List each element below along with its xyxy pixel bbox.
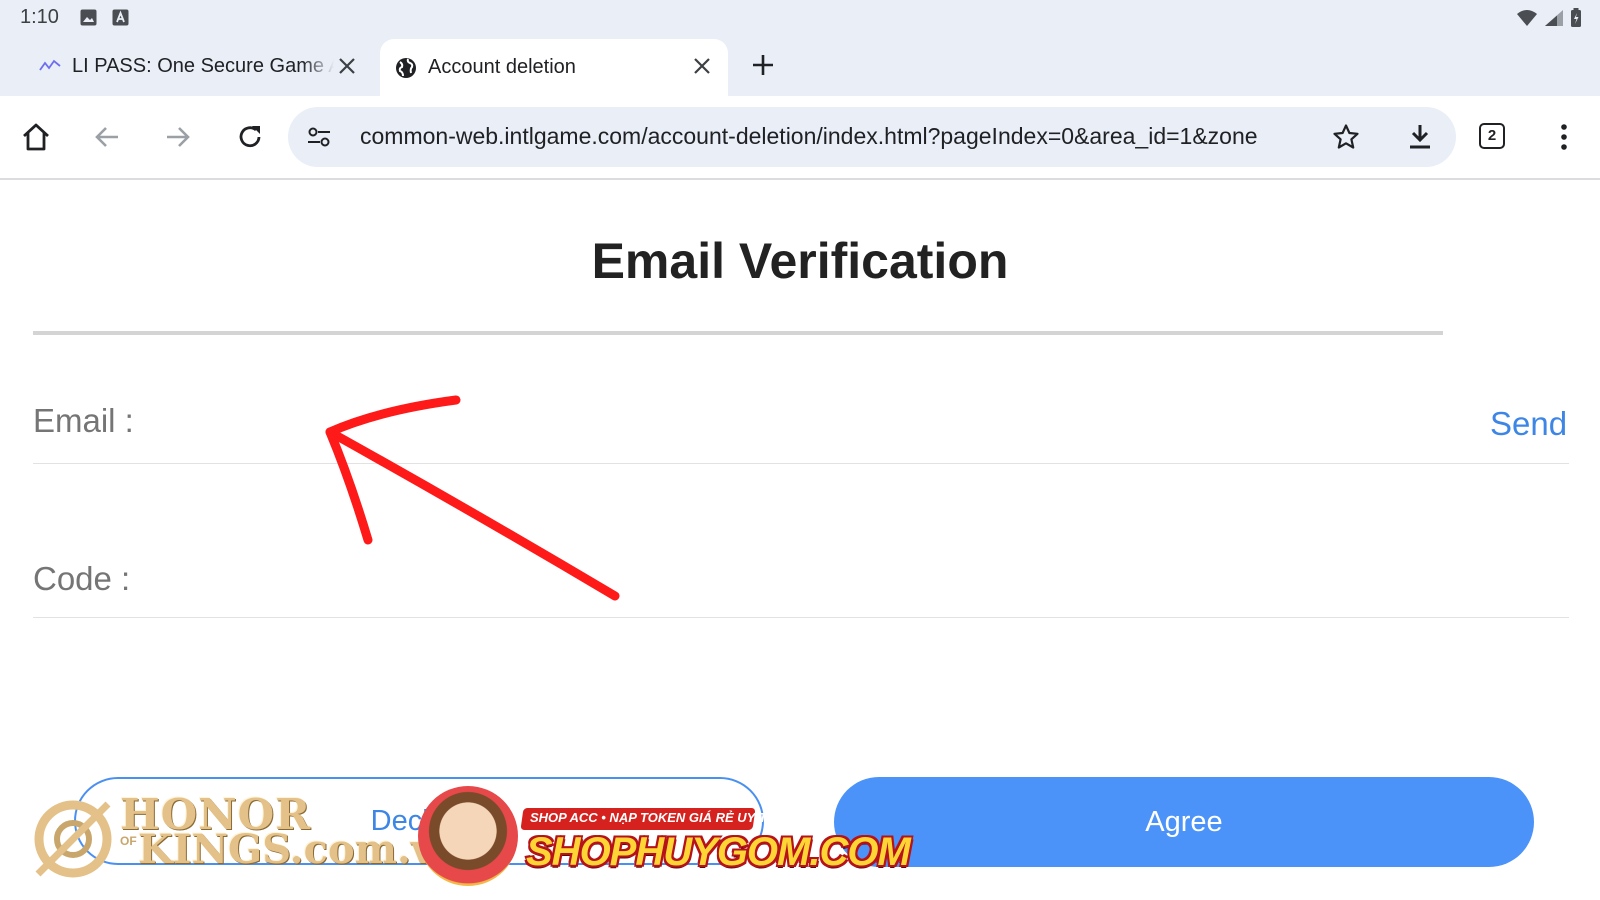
close-icon[interactable] xyxy=(335,54,359,78)
tab-li-pass[interactable]: LI PASS: One Secure Game Account xyxy=(28,39,373,93)
url-text[interactable]: common-web.intlgame.com/account-deletion… xyxy=(360,123,1300,150)
email-divider xyxy=(33,463,1569,464)
code-field[interactable] xyxy=(150,550,1554,608)
watermark-kings-text: KINGS.com.vn xyxy=(138,826,464,873)
battery-icon xyxy=(1571,8,1581,27)
email-label: Email : xyxy=(33,402,134,439)
wifi-icon xyxy=(1517,10,1537,26)
title-divider xyxy=(33,331,1443,335)
back-arrow-icon[interactable] xyxy=(91,121,123,153)
tab-strip: LI PASS: One Secure Game Account Account… xyxy=(0,36,1600,96)
status-bar: 1:10 xyxy=(0,0,1600,36)
watermark-of-text: OF xyxy=(120,834,137,848)
font-icon xyxy=(112,9,129,26)
tab-switcher-button[interactable]: 2 xyxy=(1479,123,1505,149)
email-field[interactable] xyxy=(150,394,1474,452)
watermark-shop-banner: SHOP ACC • NẠP TOKEN GIÁ RẺ UY TÍN SHOPH… xyxy=(418,778,911,886)
home-icon[interactable] xyxy=(20,121,52,153)
watermark-logo: HONOR OF KINGS.com.vn xyxy=(28,788,463,878)
honor-of-kings-emblem-icon xyxy=(34,800,112,878)
cell-signal-icon xyxy=(1545,10,1563,26)
shop-brand: SHOPHUYGOM.COM xyxy=(526,830,911,874)
new-tab-plus-icon[interactable] xyxy=(748,50,778,80)
tab-title: Account deletion xyxy=(428,56,576,78)
image-icon xyxy=(80,9,97,26)
close-icon[interactable] xyxy=(690,54,714,78)
code-divider xyxy=(33,617,1569,618)
tab-title: LI PASS: One Secure Game Account xyxy=(72,54,334,77)
send-code-button[interactable]: Send xyxy=(1490,405,1567,443)
site-settings-icon[interactable] xyxy=(306,124,332,150)
bookmark-star-icon[interactable] xyxy=(1332,123,1360,151)
address-bar[interactable]: common-web.intlgame.com/account-deletion… xyxy=(288,107,1456,167)
download-icon[interactable] xyxy=(1404,121,1436,153)
li-pass-icon xyxy=(39,59,61,71)
tab-account-deletion[interactable]: Account deletion xyxy=(380,39,728,96)
more-menu-icon[interactable] xyxy=(1548,121,1580,153)
agree-button[interactable]: Agree xyxy=(834,777,1534,867)
mascot-avatar xyxy=(418,786,518,886)
browser-toolbar: common-web.intlgame.com/account-deletion… xyxy=(0,96,1600,180)
page-title: Email Verification xyxy=(591,233,1009,289)
forward-arrow-icon[interactable] xyxy=(162,121,194,153)
status-time: 1:10 xyxy=(20,6,59,28)
globe-icon xyxy=(396,57,416,78)
shop-tagline: SHOP ACC • NẠP TOKEN GIÁ RẺ UY TÍN xyxy=(530,810,780,825)
code-label: Code : xyxy=(33,560,131,597)
reload-icon[interactable] xyxy=(234,121,266,153)
